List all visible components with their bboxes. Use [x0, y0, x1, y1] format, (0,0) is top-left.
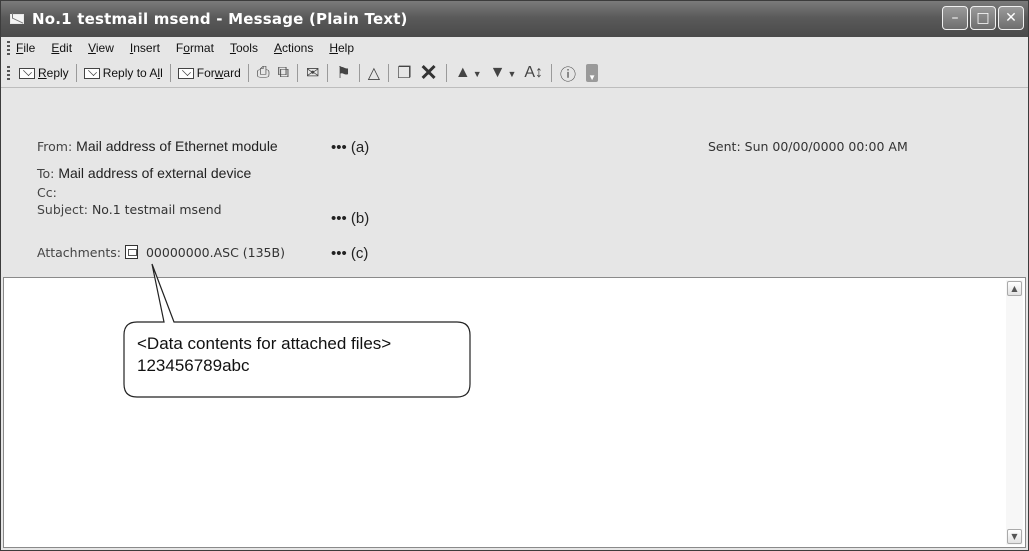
sent-time: Sent: Sun 00/00/0000 00:00 AM: [708, 139, 908, 154]
from-label: From:: [37, 139, 73, 154]
menu-help[interactable]: Help: [329, 41, 354, 55]
reply-all-icon: [83, 67, 100, 79]
menu-actions[interactable]: Actions: [274, 41, 313, 55]
from-row: From: Mail address of Ethernet module: [37, 138, 278, 154]
marker-b: ••• (b): [331, 210, 370, 227]
forward-icon: [177, 67, 194, 79]
message-window: No.1 testmail msend - Message (Plain Tex…: [0, 0, 1029, 551]
toolbar-options-icon[interactable]: ▼: [586, 64, 599, 82]
delete-icon[interactable]: ✕: [415, 60, 441, 86]
close-button[interactable]: ✕: [998, 6, 1024, 30]
menu-grip-icon: [7, 41, 10, 55]
title-bar[interactable]: No.1 testmail msend - Message (Plain Tex…: [1, 1, 1028, 37]
subject-label: Subject:: [37, 202, 88, 217]
attachments-row: Attachments: 00000000.ASC (135B): [37, 245, 285, 260]
toolbar-separator: [75, 64, 77, 82]
menu-bar: File Edit View Insert Format Tools Actio…: [1, 37, 1028, 59]
scroll-up-arrow-icon[interactable]: ▲: [1007, 281, 1022, 296]
next-item-icon[interactable]: ▼ ▼: [486, 64, 521, 82]
message-body[interactable]: ▲ ▼: [3, 277, 1026, 548]
marker-c: ••• (c): [331, 245, 369, 262]
menu-insert[interactable]: Insert: [130, 41, 160, 55]
font-size-icon[interactable]: A↕: [520, 64, 547, 82]
toolbar-separator: [327, 64, 329, 82]
attachment-file[interactable]: 00000000.ASC (135B): [146, 245, 285, 260]
callout-text: <Data contents for attached files> 12345…: [137, 333, 391, 377]
callout-line-2: 123456789abc: [137, 356, 250, 375]
categorize-icon[interactable]: △: [364, 63, 384, 83]
cc-label: Cc:: [37, 185, 57, 200]
attachments-label: Attachments:: [37, 245, 122, 260]
standard-toolbar: Reply Reply to All Forward ⎙ ⧉ ✉ ⚑ △ ❐ ✕…: [1, 59, 1028, 87]
to-value: Mail address of external device: [58, 165, 252, 181]
help-icon[interactable]: ⓘ: [556, 61, 580, 85]
window-controls: – □ ✕: [942, 6, 1024, 30]
follow-up-flag-icon[interactable]: ⚑: [332, 63, 354, 83]
reply-button[interactable]: Reply: [16, 62, 72, 84]
toolbar-separator: [297, 64, 298, 82]
to-label: To:: [37, 166, 55, 181]
window-title: No.1 testmail msend - Message (Plain Tex…: [32, 10, 408, 28]
move-to-folder-icon[interactable]: ✉: [302, 63, 323, 83]
toolbar-separator: [358, 64, 360, 82]
move-icon[interactable]: ❐: [393, 63, 415, 83]
minimize-button[interactable]: –: [942, 6, 968, 30]
menu-format[interactable]: Format: [176, 41, 214, 55]
attachment-file-icon[interactable]: [125, 245, 138, 259]
envelope-icon: [10, 14, 24, 24]
message-header: From: Mail address of Ethernet module ••…: [1, 87, 1028, 277]
previous-item-icon[interactable]: ▲ ▼: [451, 64, 486, 82]
marker-a: ••• (a): [331, 139, 370, 156]
maximize-button[interactable]: □: [970, 6, 996, 30]
menu-file[interactable]: File: [16, 41, 35, 55]
from-value: Mail address of Ethernet module: [76, 138, 278, 154]
subject-value: No.1 testmail msend: [91, 202, 222, 217]
toolbar-separator: [169, 64, 171, 82]
toolbar-separator: [445, 64, 447, 82]
scroll-down-arrow-icon[interactable]: ▼: [1007, 529, 1022, 544]
forward-button[interactable]: Forward: [175, 62, 244, 84]
menu-edit[interactable]: Edit: [51, 41, 72, 55]
cc-row: Cc:: [37, 185, 57, 200]
vertical-scrollbar[interactable]: ▲ ▼: [1006, 280, 1023, 545]
toolbar-separator: [388, 64, 390, 82]
reply-icon: [19, 67, 35, 79]
menu-view[interactable]: View: [88, 41, 114, 55]
menu-tools[interactable]: Tools: [230, 41, 258, 55]
reply-all-button[interactable]: Reply to All: [81, 62, 166, 84]
print-icon[interactable]: ⎙: [253, 64, 274, 82]
toolbar-separator: [551, 64, 553, 82]
callout-line-1: <Data contents for attached files>: [137, 334, 392, 353]
toolbar-separator: [247, 64, 249, 82]
subject-row: Subject: No.1 testmail msend: [37, 202, 222, 217]
copy-icon[interactable]: ⧉: [274, 64, 293, 82]
toolbar-grip-icon: [7, 66, 10, 80]
to-row: To: Mail address of external device: [37, 165, 251, 181]
